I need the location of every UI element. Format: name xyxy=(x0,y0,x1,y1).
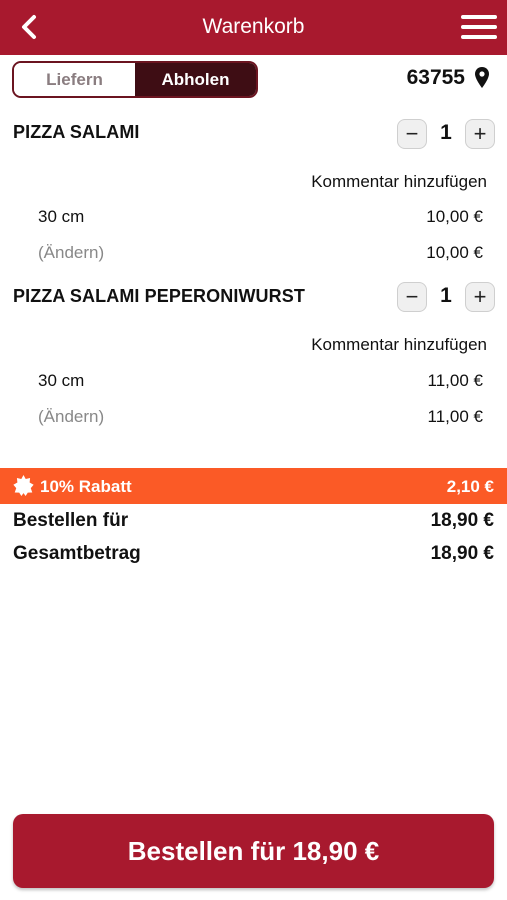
cart-item-name: PIZZA SALAMI xyxy=(13,122,140,142)
item-total-price: 10,00 € xyxy=(426,243,483,262)
delivery-mode-toggle: Liefern Abholen xyxy=(12,61,258,98)
quantity-value: 1 xyxy=(440,121,452,144)
discount-bar: 10% Rabatt 2,10 € xyxy=(0,468,507,504)
decrease-quantity-button[interactable]: − xyxy=(397,119,427,149)
page-title: Warenkorb xyxy=(202,15,305,38)
order-for-label: Bestellen für xyxy=(13,510,129,531)
cart-item-name: PIZZA SALAMI PEPERONIWURST xyxy=(13,286,305,306)
change-item-link[interactable]: (Ändern) xyxy=(38,407,104,427)
add-comment-link[interactable]: Kommentar hinzufügen xyxy=(311,172,487,192)
item-size: 30 cm xyxy=(38,371,85,390)
increase-quantity-button[interactable]: + xyxy=(465,119,495,149)
item-size-price: 11,00 € xyxy=(427,371,483,390)
discount-amount: 2,10 € xyxy=(446,477,494,496)
map-pin-icon xyxy=(475,67,489,88)
item-size-price: 10,00 € xyxy=(426,207,483,226)
total-label: Gesamtbetrag xyxy=(13,543,141,564)
toggle-option-liefern[interactable]: Liefern xyxy=(14,63,135,96)
hamburger-menu-icon[interactable] xyxy=(461,14,497,40)
total-value: 18,90 € xyxy=(430,543,494,564)
place-order-button[interactable]: Bestellen für 18,90 € xyxy=(13,814,494,888)
total-row: Gesamtbetrag 18,90 € xyxy=(13,543,494,565)
item-total-price: 11,00 € xyxy=(427,407,483,426)
decrease-quantity-button[interactable]: − xyxy=(397,282,427,312)
change-item-link[interactable]: (Ändern) xyxy=(38,243,104,263)
increase-quantity-button[interactable]: + xyxy=(465,282,495,312)
zip-code: 63755 xyxy=(406,66,465,89)
location-zip[interactable]: 63755 xyxy=(407,66,489,90)
toggle-option-abholen[interactable]: Abholen xyxy=(135,63,256,96)
quantity-stepper: − 1 + xyxy=(397,282,495,314)
add-comment-link[interactable]: Kommentar hinzufügen xyxy=(311,335,487,355)
quantity-stepper: − 1 + xyxy=(397,119,495,151)
order-for-row: Bestellen für 18,90 € xyxy=(13,510,494,532)
top-bar: Warenkorb xyxy=(0,0,507,55)
quantity-value: 1 xyxy=(440,284,452,307)
discount-label: 10% Rabatt xyxy=(40,477,132,496)
order-for-value: 18,90 € xyxy=(430,510,494,531)
badge-star-icon xyxy=(13,475,34,496)
item-size: 30 cm xyxy=(38,207,85,226)
